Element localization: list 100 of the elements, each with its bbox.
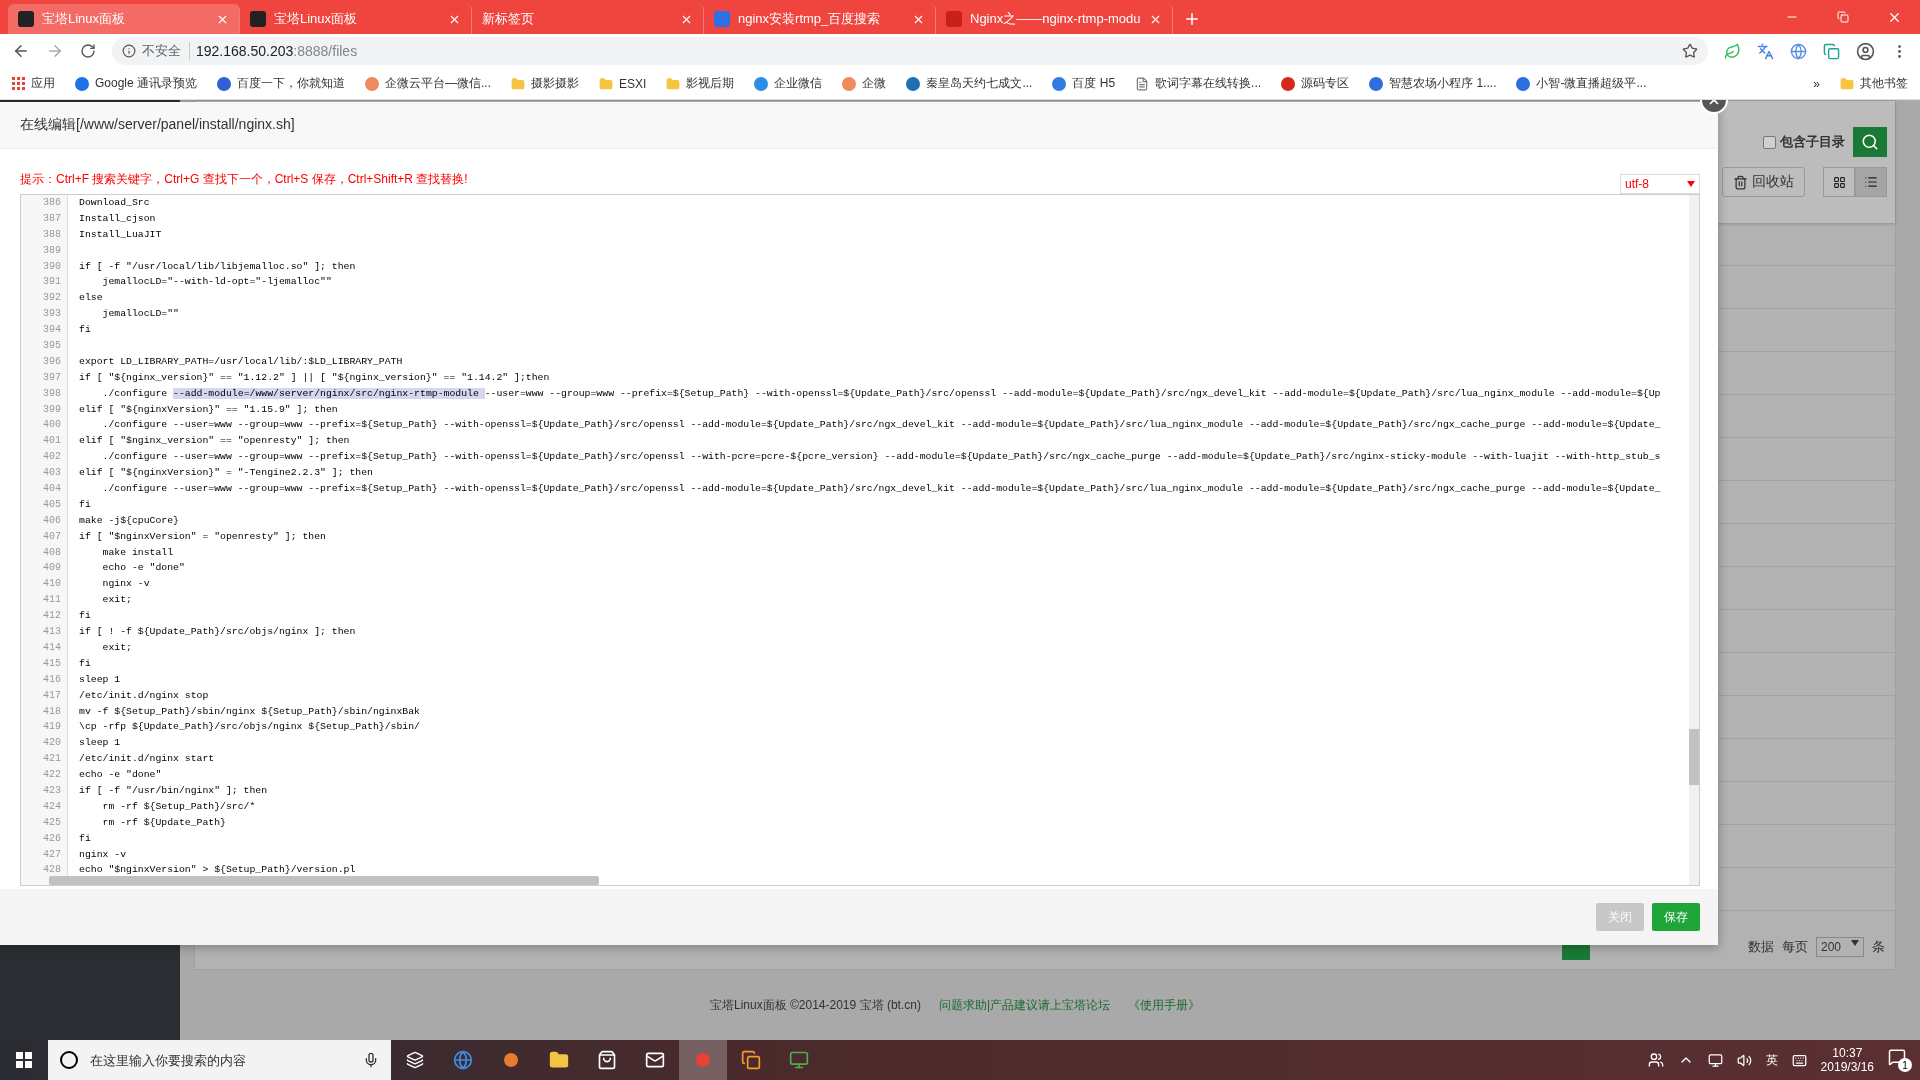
code-line: jemallocLD="": [101, 307, 180, 322]
code-line: if [ -f "/usr/bin/nginx" ]; then: [79, 783, 269, 798]
monitor-icon: [789, 1050, 809, 1070]
address-bar[interactable]: 不安全 192.168.50.203:8888/files: [112, 37, 1708, 65]
line-number: 392: [42, 291, 62, 306]
search-button[interactable]: [1853, 127, 1887, 157]
clock[interactable]: 10:37 2019/3/16: [1820, 1046, 1874, 1074]
code-line: /etc/init.d/nginx stop: [79, 688, 210, 703]
bookmark[interactable]: 企微云平台—微信...: [365, 75, 492, 92]
windows-logo-icon[interactable]: [16, 1052, 32, 1068]
translate-icon[interactable]: [1757, 42, 1774, 60]
subdir-checkbox[interactable]: 包含子目录: [1763, 133, 1845, 151]
bookmark[interactable]: Google 通讯录预览: [75, 75, 198, 92]
line-number: 402: [42, 450, 62, 465]
more-bookmarks[interactable]: »: [1813, 76, 1820, 91]
bookmark[interactable]: 小智-微直播超级平...: [1516, 75, 1647, 92]
grid-view-button[interactable]: [1823, 167, 1855, 197]
url-text: 192.168.50.203:8888/files: [196, 43, 359, 59]
back-icon[interactable]: [12, 42, 30, 60]
code-line: nginx -v: [101, 577, 151, 592]
bookmark[interactable]: 源码专区: [1281, 75, 1350, 92]
line-number: 394: [42, 323, 62, 338]
encoding-select[interactable]: utf-8: [1620, 174, 1700, 194]
restore-icon[interactable]: [1837, 11, 1849, 23]
code-line: elif [ "${nginxVersion}" = "-Tengine2.2.3" ]; then: [79, 466, 374, 481]
per-page-select[interactable]: 200: [1816, 937, 1864, 957]
code-line: ./configure --user=www --group=www --prefix=${Setup_Path} --with-openssl=${Update_Path}/src/openssl --add-module=${Update_Path}/src/ngx_devel_kit --add-module=${Update_Path}/src/lua_nginx_module --add-module=${Update_Path}/src/ngx_cache_purge --add-module=${Update_: [101, 418, 1662, 433]
code-line: fi: [79, 656, 92, 671]
circle-icon: [60, 1051, 78, 1069]
bag-icon: [597, 1050, 617, 1070]
code-line: if [ "${nginx_version}" == "1.12.2" ] || [ "${nginx_version}" == "1.14.2" ];then: [79, 370, 551, 385]
code-line: fi: [79, 323, 92, 338]
bookmark[interactable]: 秦皇岛天约七成文...: [906, 75, 1033, 92]
line-number: 407: [42, 529, 62, 544]
line-number: 426: [42, 831, 62, 846]
info-icon[interactable]: [122, 44, 136, 58]
line-number: 388: [42, 227, 62, 242]
tab-title: nginx安装rtmp_百度搜索: [738, 10, 882, 28]
globe-icon[interactable]: [1790, 42, 1807, 60]
mic-icon[interactable]: [363, 1052, 379, 1068]
code-line: Install_LuaJIT: [79, 227, 163, 242]
line-number: 413: [42, 625, 62, 640]
bookmark[interactable]: 其他书签: [1840, 75, 1908, 92]
line-number: 421: [42, 752, 62, 767]
bookmark[interactable]: 摄影摄影: [511, 75, 580, 92]
star-icon[interactable]: [1682, 43, 1698, 59]
code-line: else: [79, 291, 104, 306]
line-number: 416: [42, 672, 62, 687]
horizontal-scrollbar[interactable]: [49, 876, 599, 885]
task-view-icon: [406, 1051, 424, 1069]
code-line: rm -rf ${Update_Path}: [101, 815, 227, 830]
tab-title: 新标签页: [482, 10, 535, 28]
tab-title: 宝塔Linux面板: [274, 10, 359, 28]
bookmark[interactable]: ESXI: [599, 76, 647, 91]
code-line: if [ "$nginxVersion" = "openresty" ]; then: [79, 529, 327, 544]
code-line: nginx -v: [79, 847, 128, 862]
line-number: 428: [42, 863, 62, 878]
ime-indicator[interactable]: 英: [1765, 1051, 1778, 1069]
code-line: make install: [101, 545, 175, 560]
dialog-title: 在线编辑[/www/server/panel/install/nginx.sh]: [20, 116, 295, 134]
code-line: /etc/init.d/nginx start: [79, 752, 216, 767]
copy-icon[interactable]: [1823, 42, 1840, 60]
notification-button[interactable]: 1: [1888, 1048, 1912, 1072]
line-number: 418: [42, 704, 62, 719]
code-line: sleep 1: [79, 672, 122, 687]
tab-title: 宝塔Linux面板: [42, 10, 127, 28]
bookmark[interactable]: 企业微信: [754, 75, 823, 92]
code-line: jemallocLD="--with-ld-opt="-ljemalloc"": [101, 275, 333, 290]
recycle-bin-button[interactable]: 回收站: [1722, 167, 1805, 197]
bookmark[interactable]: 百度 H5: [1052, 75, 1116, 92]
line-number: 401: [42, 434, 62, 449]
bookmark[interactable]: 智慧农场小程序 1....: [1369, 75, 1497, 92]
line-number: 405: [42, 497, 62, 512]
caret-icon: [1687, 181, 1695, 187]
bookmark[interactable]: 影视后期: [666, 75, 735, 92]
search-input[interactable]: 在这里输入你要搜索的内容: [88, 1051, 353, 1069]
line-number: 403: [42, 466, 62, 481]
volume-icon[interactable]: [1736, 1052, 1752, 1068]
line-number: 399: [42, 402, 62, 417]
vertical-scrollbar[interactable]: [1689, 195, 1699, 885]
line-number: 409: [42, 561, 62, 576]
people-icon[interactable]: [1647, 1052, 1664, 1068]
count-label: 数据: [1748, 938, 1774, 956]
code-line: sleep 1: [79, 736, 122, 751]
per-page-label: 每页: [1782, 938, 1808, 956]
line-number: 422: [42, 768, 62, 783]
bookmark[interactable]: 百度一下，你就知道: [217, 75, 346, 92]
bookmark[interactable]: 歌词字幕在线转换...: [1135, 75, 1262, 92]
keyboard-icon[interactable]: [1791, 1052, 1807, 1068]
search-field[interactable]: 在这里输入你要搜索的内容: [48, 1040, 391, 1080]
avatar-icon[interactable]: [1856, 41, 1875, 61]
folder-icon: [1840, 76, 1854, 91]
bookmark[interactable]: 企微: [842, 75, 887, 92]
code-line: exit;: [101, 640, 133, 655]
line-number: 427: [42, 847, 62, 862]
bookmark[interactable]: 应用: [12, 75, 55, 92]
code-line: Download_Src: [79, 196, 151, 210]
reload-icon[interactable]: [80, 43, 96, 59]
line-number: 386: [42, 196, 62, 210]
mail-icon: [645, 1050, 665, 1070]
